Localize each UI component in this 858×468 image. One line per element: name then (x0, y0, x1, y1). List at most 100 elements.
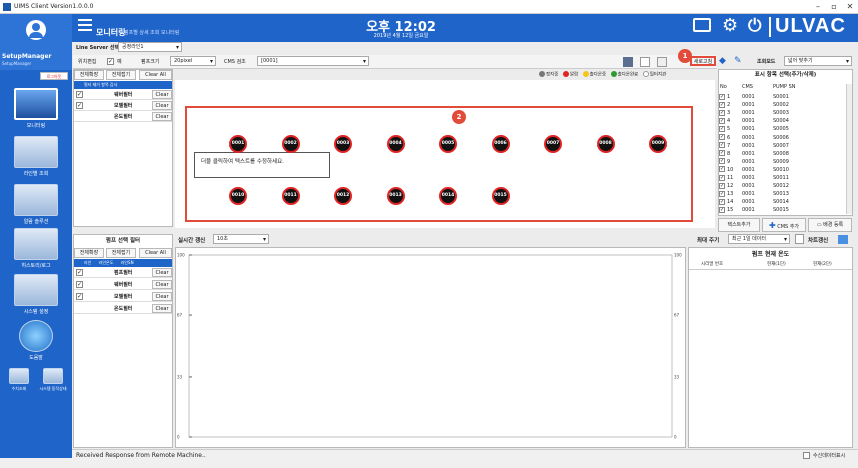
gear-icon[interactable]: ⚙ (722, 15, 738, 37)
pump-marker[interactable]: 0011 (281, 187, 300, 205)
close-button[interactable]: ✕ (840, 1, 858, 13)
add-cms-button[interactable]: ✚ CMS 추가 (762, 218, 806, 232)
pump-size-select[interactable]: 20pixel (170, 56, 216, 66)
pump-list-row[interactable]: ✓ 4 0001 S0004 (719, 117, 845, 125)
pump-marker[interactable]: 0008 (596, 135, 615, 153)
pump-marker[interactable]: 0006 (491, 135, 510, 153)
pump-list-row[interactable]: ✓ 11 0001 S0011 (719, 174, 845, 182)
pump-marker[interactable]: 0005 (439, 135, 457, 153)
row-checkbox[interactable]: ✓ (719, 109, 725, 116)
logout-button[interactable]: 로그아웃 (40, 72, 68, 80)
filter-clear-button[interactable]: Clear (152, 112, 172, 121)
pump-marker[interactable]: 0012 (334, 187, 352, 205)
expand-all-button[interactable]: 전체확장 (74, 248, 104, 258)
row-checkbox[interactable]: ✓ (719, 158, 725, 165)
nav-value-query[interactable]: 수치조회 (4, 368, 34, 392)
pump-marker[interactable]: 0001 (229, 135, 247, 153)
nav-help[interactable]: 도움말 (4, 320, 68, 361)
pump-list-row[interactable]: ✓ 5 0001 S0005 (719, 125, 845, 133)
filter-clear-button[interactable]: Clear (152, 268, 172, 277)
pump-marker[interactable]: 0004 (386, 135, 405, 153)
row-checkbox[interactable]: ✓ (719, 93, 725, 100)
export-icon[interactable] (657, 57, 667, 67)
pencil-icon[interactable]: ✎ (734, 56, 746, 66)
pump-marker[interactable]: 0002 (281, 135, 300, 153)
zoom-mode-select[interactable]: 넓어 맞추기 (784, 56, 852, 66)
nav-line-view[interactable]: 라인별 조회 (4, 136, 68, 177)
chip[interactable]: 라인SN (121, 260, 134, 265)
row-checkbox[interactable]: ✓ (719, 190, 725, 197)
filter-clear-button[interactable]: Clear (152, 292, 172, 301)
pump-list-row[interactable]: ✓ 10 0001 S0010 (719, 166, 845, 174)
pin-icon[interactable]: ◆ (719, 56, 729, 66)
pump-marker[interactable]: 0007 (544, 135, 562, 153)
pump-list-row[interactable]: ✓ 13 0001 S0013 (719, 190, 845, 198)
collapse-all-button[interactable]: 전체접기 (106, 248, 136, 258)
period-select[interactable]: 최근 1일 데이터 (728, 234, 790, 244)
filter-checkbox[interactable]: ✓ (76, 102, 83, 109)
row-checkbox[interactable]: ✓ (719, 174, 725, 181)
filter-checkbox[interactable]: ✓ (76, 91, 83, 98)
filter-checkbox[interactable]: ✓ (76, 269, 83, 276)
filter-clear-button[interactable]: Clear (152, 304, 172, 313)
save-icon[interactable] (623, 57, 633, 67)
pump-marker[interactable]: 0013 (386, 187, 405, 205)
filter-clear-button[interactable]: Clear (152, 101, 172, 110)
nav-system-status[interactable]: 시스템 동작상태 (36, 368, 70, 392)
pump-marker[interactable]: 0009 (649, 135, 667, 153)
collapse-all-button[interactable]: 전체접기 (106, 70, 136, 80)
hamburger-menu-icon[interactable] (78, 19, 92, 31)
chip[interactable]: 라인 (84, 260, 91, 265)
list-scrollbar[interactable] (846, 84, 852, 214)
power-icon[interactable]: ⏻ (748, 15, 761, 37)
refresh-button[interactable]: 새로고침 (690, 56, 716, 66)
clear-all-button[interactable]: Clear All (139, 248, 172, 258)
pump-list-row[interactable]: ✓ 7 0001 S0007 (719, 142, 845, 150)
pump-marker[interactable]: 0014 (439, 187, 457, 205)
chart-settings-icon[interactable] (838, 235, 848, 244)
pump-marker[interactable]: 0003 (334, 135, 352, 153)
expand-all-button[interactable]: 전체확장 (74, 70, 104, 80)
change-background-button[interactable]: ▭ 배경 등록 (808, 218, 852, 232)
row-checkbox[interactable]: ✓ (719, 166, 725, 173)
pump-marker[interactable]: 0015 (491, 187, 510, 205)
cms-select[interactable]: [0001] (257, 56, 369, 66)
temperature-chart[interactable]: 100 100 67 67 33 33 0 0 (175, 247, 686, 448)
chart-refresh-label[interactable]: 차트갱신 (808, 236, 828, 244)
chip[interactable]: 라인온도 (99, 260, 114, 265)
pump-list-row[interactable]: ✓ 1 0001 S0001 (719, 93, 845, 101)
add-text-button[interactable]: 텍스트추가 (718, 218, 760, 232)
pump-list-row[interactable]: ✓ 15 0001 S0015 (719, 206, 845, 214)
row-checkbox[interactable]: ✓ (719, 117, 725, 124)
text-annotation-box[interactable]: 더블 클릭하여 텍스트를 수정하세요. (194, 152, 330, 178)
filter-clear-button[interactable]: Clear (152, 280, 172, 289)
position-edit-checkbox[interactable]: ✓ (107, 58, 114, 65)
row-checkbox[interactable]: ✓ (719, 198, 725, 205)
show-received-data-checkbox[interactable] (803, 452, 810, 459)
document-icon[interactable] (640, 57, 650, 67)
row-checkbox[interactable]: ✓ (719, 206, 725, 213)
pump-list-row[interactable]: ✓ 2 0001 S0002 (719, 101, 845, 109)
row-checkbox[interactable]: ✓ (719, 142, 725, 149)
nav-system-settings[interactable]: 시스템 설정 (4, 274, 68, 315)
row-checkbox[interactable]: ✓ (719, 134, 725, 140)
filter-clear-button[interactable]: Clear (152, 90, 172, 99)
monitor-icon[interactable] (693, 18, 711, 32)
row-checkbox[interactable]: ✓ (719, 150, 725, 157)
row-checkbox[interactable]: ✓ (719, 101, 725, 108)
pump-list-row[interactable]: ✓ 8 0001 S0008 (719, 150, 845, 158)
row-checkbox[interactable]: ✓ (719, 125, 725, 132)
clear-all-button[interactable]: Clear All (139, 70, 172, 80)
pump-marker[interactable]: 0010 (229, 187, 247, 205)
filter-checkbox[interactable]: ✓ (76, 281, 83, 288)
pump-list-row[interactable]: ✓ 9 0001 S0009 (719, 158, 845, 166)
filter-checkbox[interactable]: ✓ (76, 293, 83, 300)
nav-monitoring[interactable]: 모니터링 (4, 88, 68, 129)
chart-doc-icon[interactable] (795, 234, 804, 244)
pump-list-row[interactable]: ✓ 12 0001 S0012 (719, 182, 845, 190)
line-server-select[interactable]: 공정라인1 (118, 42, 182, 52)
nav-history-log[interactable]: 히스토리/로그 (4, 228, 68, 269)
realtime-interval-select[interactable]: 10초 (213, 234, 269, 244)
pump-list-row[interactable]: ✓ 6 0001 S0006 (719, 134, 845, 142)
pump-list-row[interactable]: ✓ 3 0001 S0003 (719, 109, 845, 117)
